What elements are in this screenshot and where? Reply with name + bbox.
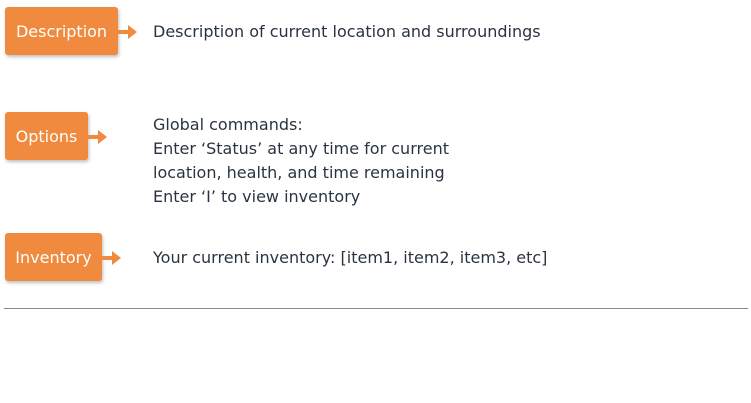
options-tag-label: Options bbox=[15, 126, 78, 146]
options-line: location, health, and time remaining bbox=[153, 163, 445, 182]
options-arrow-icon bbox=[88, 130, 107, 144]
inventory-line: Your current inventory: [item1, item2, i… bbox=[153, 248, 548, 267]
inventory-tag-label: Inventory bbox=[15, 247, 92, 267]
options-line: Enter ‘I’ to view inventory bbox=[153, 187, 361, 206]
options-line: Enter ‘Status’ at any time for current bbox=[153, 139, 449, 158]
description-line: Description of current location and surr… bbox=[153, 22, 541, 41]
description-text: Description of current location and surr… bbox=[153, 20, 541, 44]
options-line: Global commands: bbox=[153, 115, 303, 134]
inventory-text: Your current inventory: [item1, item2, i… bbox=[153, 246, 547, 270]
description-tag: Description bbox=[5, 7, 118, 55]
options-text: Global commands: Enter ‘Status’ at any t… bbox=[153, 113, 449, 209]
divider bbox=[4, 308, 748, 309]
inventory-arrow-icon bbox=[102, 251, 121, 265]
inventory-tag: Inventory bbox=[5, 233, 102, 281]
options-tag: Options bbox=[5, 112, 88, 160]
description-arrow-icon bbox=[118, 25, 137, 39]
description-tag-label: Description bbox=[15, 21, 108, 41]
